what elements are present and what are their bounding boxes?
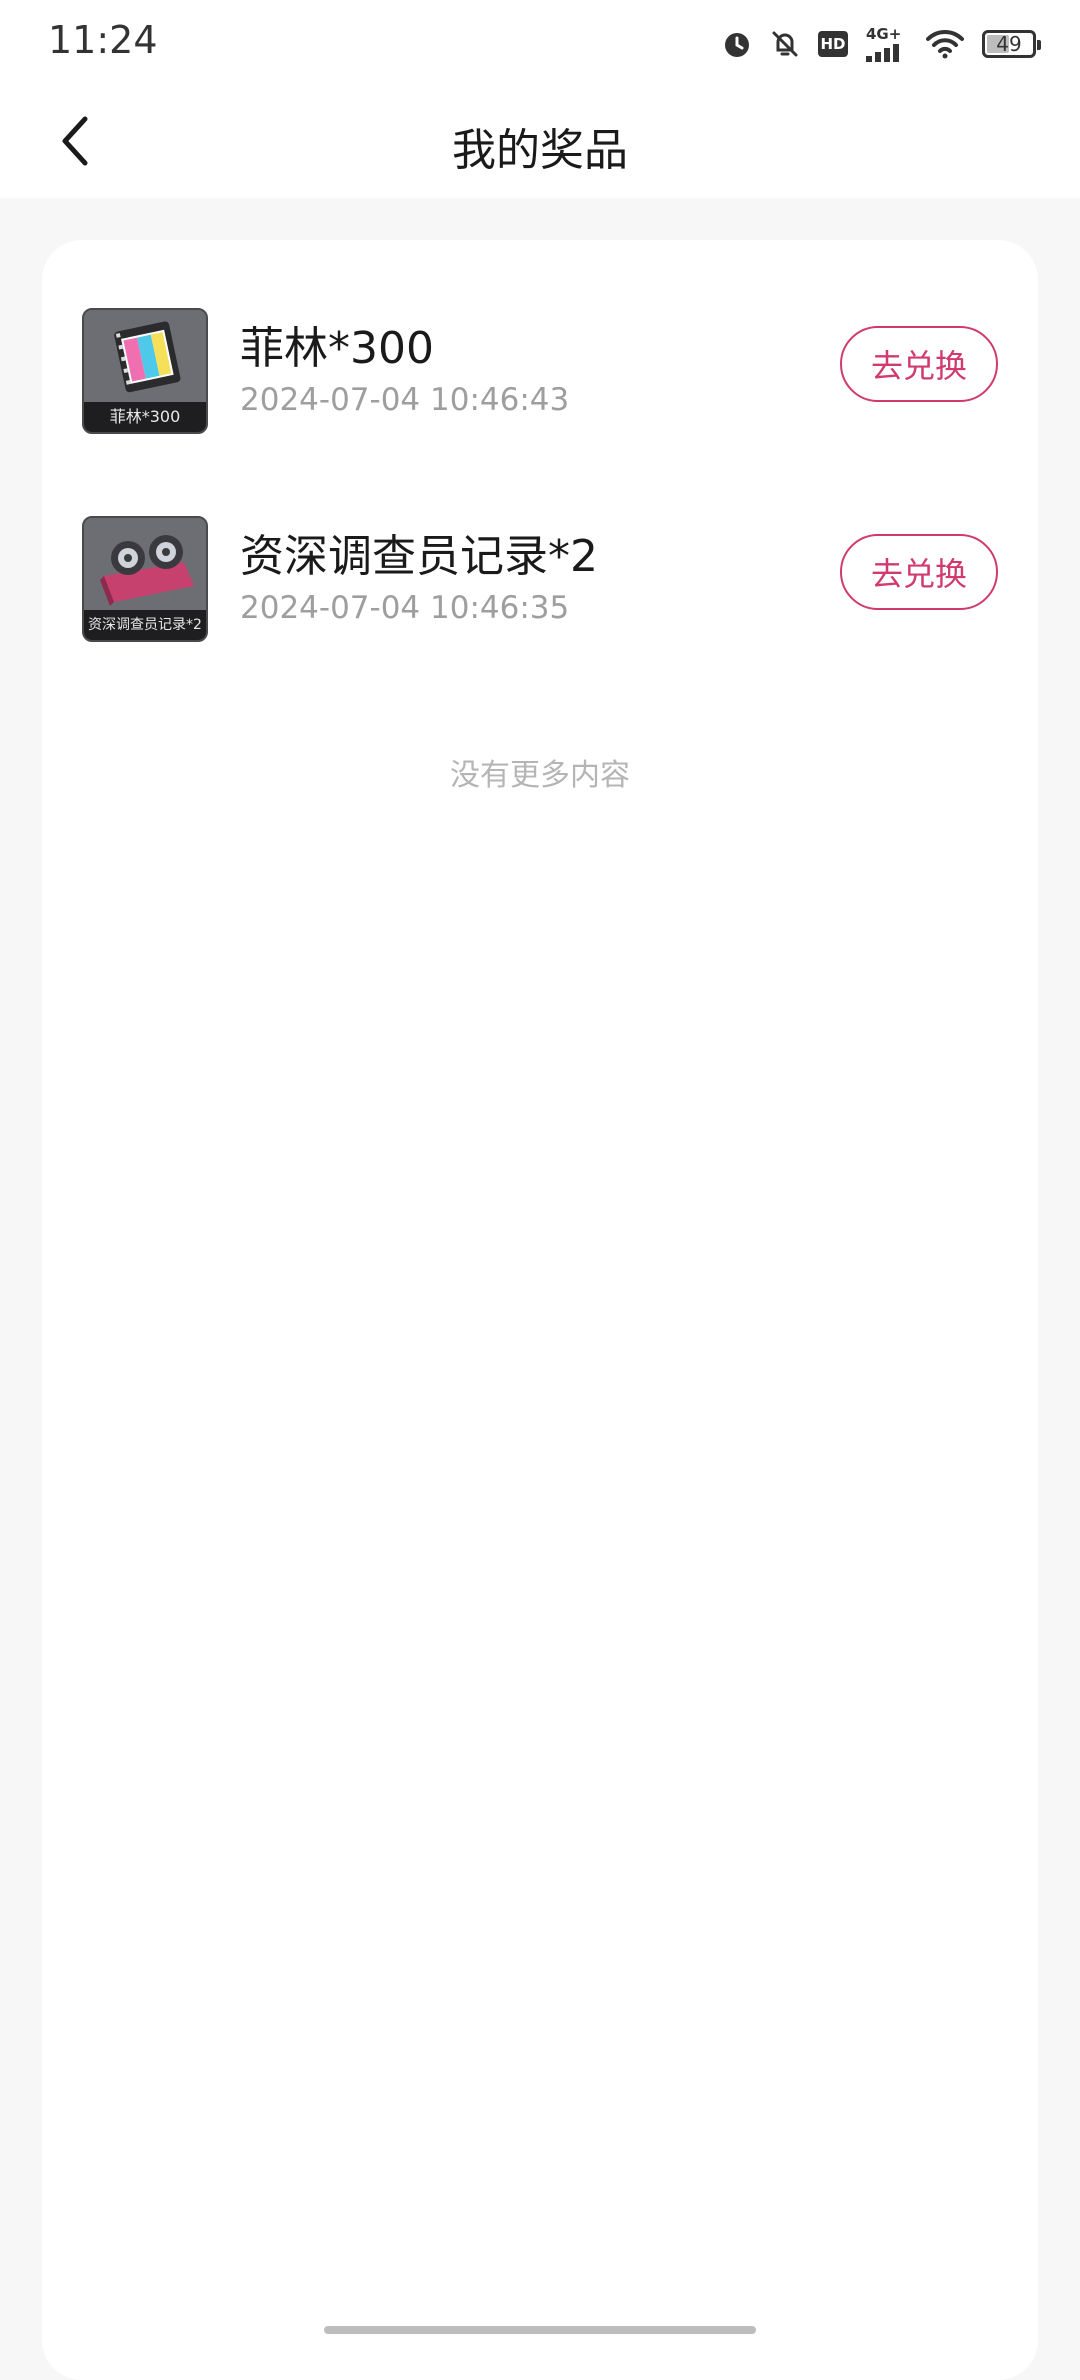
redeem-button[interactable]: 去兑换 bbox=[840, 326, 998, 402]
status-icons: HD 4G+ 49 bbox=[722, 24, 1041, 64]
wifi-icon bbox=[926, 29, 964, 59]
battery-level: 49 bbox=[996, 32, 1022, 56]
prize-name: 资深调查员记录*2 bbox=[240, 531, 598, 582]
battery-icon: 49 bbox=[982, 30, 1041, 58]
hd-icon: HD bbox=[818, 31, 848, 57]
page-title: 我的奖品 bbox=[452, 125, 628, 176]
prize-date: 2024-07-04 10:46:43 bbox=[240, 382, 570, 418]
signal-icon: 4G+ bbox=[866, 24, 908, 62]
prize-thumbnail: 菲林*300 bbox=[82, 308, 208, 434]
home-indicator[interactable] bbox=[324, 2326, 756, 2334]
prize-item: 资深调查员记录*2 资深调查员记录*2 2024-07-04 10:46:35 … bbox=[42, 502, 1038, 672]
status-time: 11:24 bbox=[48, 18, 158, 62]
status-bar: 11:24 HD 4G+ 49 bbox=[0, 0, 1080, 84]
prize-name: 菲林*300 bbox=[240, 323, 434, 374]
network-label: 4G+ bbox=[866, 24, 902, 43]
tape-recorder-icon bbox=[84, 518, 206, 614]
prize-date: 2024-07-04 10:46:35 bbox=[240, 590, 570, 626]
prize-thumbnail: 资深调查员记录*2 bbox=[82, 516, 208, 642]
bell-off-icon bbox=[772, 31, 798, 57]
prize-item: 菲林*300 菲林*300 2024-07-04 10:46:43 去兑换 bbox=[42, 294, 1038, 464]
alarm-icon bbox=[725, 33, 749, 57]
film-icon bbox=[84, 310, 206, 406]
prize-list-card: 菲林*300 菲林*300 2024-07-04 10:46:43 去兑换 资深… bbox=[42, 240, 1038, 2380]
list-end-text: 没有更多内容 bbox=[450, 758, 630, 793]
thumbnail-caption: 菲林*300 bbox=[84, 402, 206, 432]
redeem-button[interactable]: 去兑换 bbox=[840, 534, 998, 610]
nav-header: 我的奖品 bbox=[0, 84, 1080, 198]
thumbnail-caption: 资深调查员记录*2 bbox=[84, 610, 206, 640]
